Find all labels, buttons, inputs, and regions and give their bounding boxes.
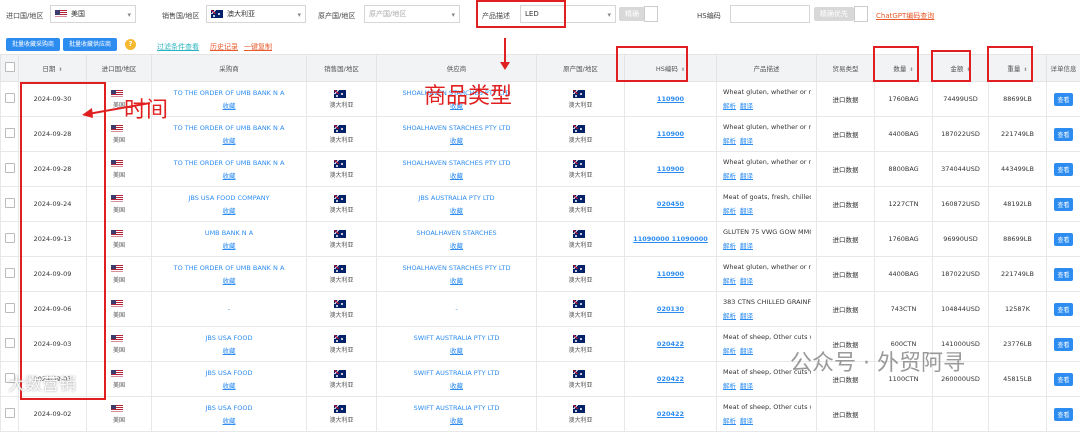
description-text: Meat of sheep, Other cuts with: [723, 403, 811, 411]
row-checkbox[interactable]: [5, 408, 15, 418]
weight-cell: [989, 397, 1047, 432]
watermark-bottom-right: 公众号 · 外贸阿寻: [790, 345, 965, 377]
arrow-time-head: [82, 108, 93, 118]
row-checkbox-cell[interactable]: [1, 397, 19, 432]
table-row: 2024-09-02 美国 JBS USA FOOD 收藏 澳大利亚 SWIFT AUST…: [1, 397, 1080, 432]
description-cell: Meat of sheep, Other cuts with 解析翻译: [717, 397, 817, 432]
buyer-cell: JBS USA FOOD 收藏: [152, 397, 307, 432]
origin-country: 澳大利亚: [568, 415, 592, 424]
watermark-bottom-left: 大数营销: [8, 370, 76, 395]
importer-country: 美国: [113, 415, 125, 424]
au-flag-icon: [573, 405, 585, 413]
favorite-buyer-link[interactable]: 收藏: [154, 415, 304, 425]
au-flag-icon: [334, 405, 346, 413]
detail-button[interactable]: 查看: [1054, 408, 1072, 421]
translate-link[interactable]: 翻译: [740, 417, 753, 425]
trade-type-cell: 进口数据: [817, 397, 875, 432]
us-flag-icon: [111, 405, 123, 413]
annotation-time: 时间: [124, 92, 168, 124]
seller-cell: 澳大利亚: [307, 397, 377, 432]
detail-cell: 查看: [1047, 397, 1080, 432]
arrow-product-head: [500, 62, 510, 70]
seller-country: 澳大利亚: [329, 415, 353, 424]
annotation-arrows: [0, 0, 1080, 400]
favorite-supplier-link[interactable]: 收藏: [379, 415, 534, 425]
hs-code-link[interactable]: 020422: [657, 410, 684, 418]
amount-cell: [933, 397, 989, 432]
supplier-cell: SWIFT AUSTRALIA PTY LTD 收藏: [377, 397, 537, 432]
origin-cell: 澳大利亚: [537, 397, 625, 432]
analyze-link[interactable]: 解析: [723, 417, 736, 425]
quantity-cell: [875, 397, 933, 432]
hs-cell: 020422: [625, 397, 717, 432]
supplier-link[interactable]: SWIFT AUSTRALIA PTY LTD: [379, 404, 534, 412]
annotation-product-type: 商品类型: [424, 78, 512, 110]
buyer-link[interactable]: JBS USA FOOD: [154, 404, 304, 412]
date-cell: 2024-09-02: [19, 397, 87, 432]
importer-cell: 美国: [87, 397, 152, 432]
